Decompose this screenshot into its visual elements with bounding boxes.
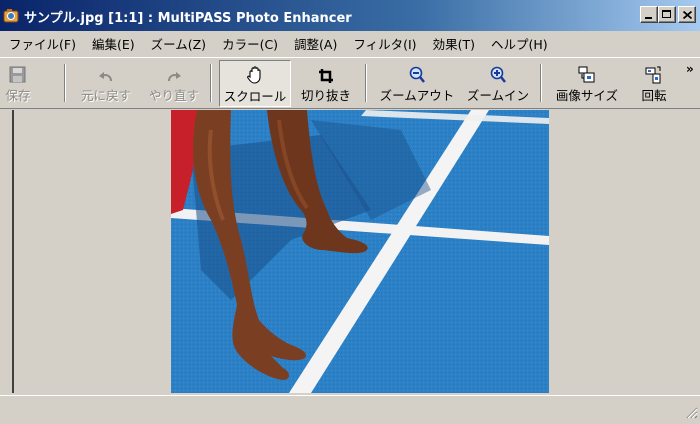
zoom-in-button[interactable]: ズームイン xyxy=(462,60,534,107)
close-button[interactable] xyxy=(678,6,696,23)
toolbar: 保存 元に戻す やり直す スクロール 切り抜き ズームアウト ズームイン 画像サ… xyxy=(0,57,700,109)
redo-button[interactable]: やり直す xyxy=(144,60,204,107)
zoom-out-button[interactable]: ズームアウト xyxy=(374,60,460,107)
maximize-icon xyxy=(662,10,671,18)
toolbar-separator xyxy=(64,64,66,102)
menu-adjust[interactable]: 調整(A) xyxy=(285,34,344,53)
toolbar-separator xyxy=(540,64,542,102)
save-button[interactable]: 保存 xyxy=(2,60,34,107)
menu-effect[interactable]: 効果(T) xyxy=(424,34,482,53)
rotate-button[interactable]: 回転 xyxy=(632,60,676,107)
toolbar-separator xyxy=(210,64,212,102)
menu-color[interactable]: カラー(C) xyxy=(213,34,285,53)
hand-icon xyxy=(245,61,265,85)
image-size-icon xyxy=(578,60,596,84)
zoom-out-icon xyxy=(409,60,425,84)
menu-help[interactable]: ヘルプ(H) xyxy=(482,34,555,53)
redo-icon xyxy=(165,60,183,84)
menu-filter[interactable]: フィルタ(I) xyxy=(344,34,423,53)
rotate-icon xyxy=(645,60,663,84)
undo-button[interactable]: 元に戻す xyxy=(74,60,138,107)
menu-zoom[interactable]: ズーム(Z) xyxy=(142,34,213,53)
sprinter-photo xyxy=(171,110,549,393)
resize-grip-icon[interactable] xyxy=(686,407,698,422)
image-size-button[interactable]: 画像サイズ xyxy=(548,60,626,107)
floppy-disk-icon xyxy=(9,60,27,84)
menu-edit[interactable]: 編集(E) xyxy=(83,34,142,53)
toolbar-overflow-button[interactable]: » xyxy=(686,62,694,76)
title-bar[interactable]: サンプル.jpg [1:1] : MultiPASS Photo Enhance… xyxy=(0,0,700,31)
minimize-button[interactable] xyxy=(640,6,658,23)
crop-button[interactable]: 切り抜き xyxy=(296,60,356,107)
close-icon xyxy=(682,10,692,19)
window-title: サンプル.jpg [1:1] : MultiPASS Photo Enhance… xyxy=(24,11,352,26)
status-bar xyxy=(0,395,700,424)
menu-file[interactable]: ファイル(F) xyxy=(0,34,83,53)
image-workspace[interactable] xyxy=(12,110,700,393)
toolbar-separator xyxy=(365,64,367,102)
zoom-in-icon xyxy=(490,60,506,84)
undo-icon xyxy=(97,60,115,84)
minimize-icon xyxy=(645,16,652,19)
maximize-button[interactable] xyxy=(658,6,676,23)
menu-bar: ファイル(F) 編集(E) ズーム(Z) カラー(C) 調整(A) フィルタ(I… xyxy=(0,31,700,55)
crop-icon xyxy=(318,60,334,84)
app-icon[interactable] xyxy=(3,6,21,24)
photo-canvas[interactable] xyxy=(171,110,549,393)
scroll-button[interactable]: スクロール xyxy=(219,60,291,107)
